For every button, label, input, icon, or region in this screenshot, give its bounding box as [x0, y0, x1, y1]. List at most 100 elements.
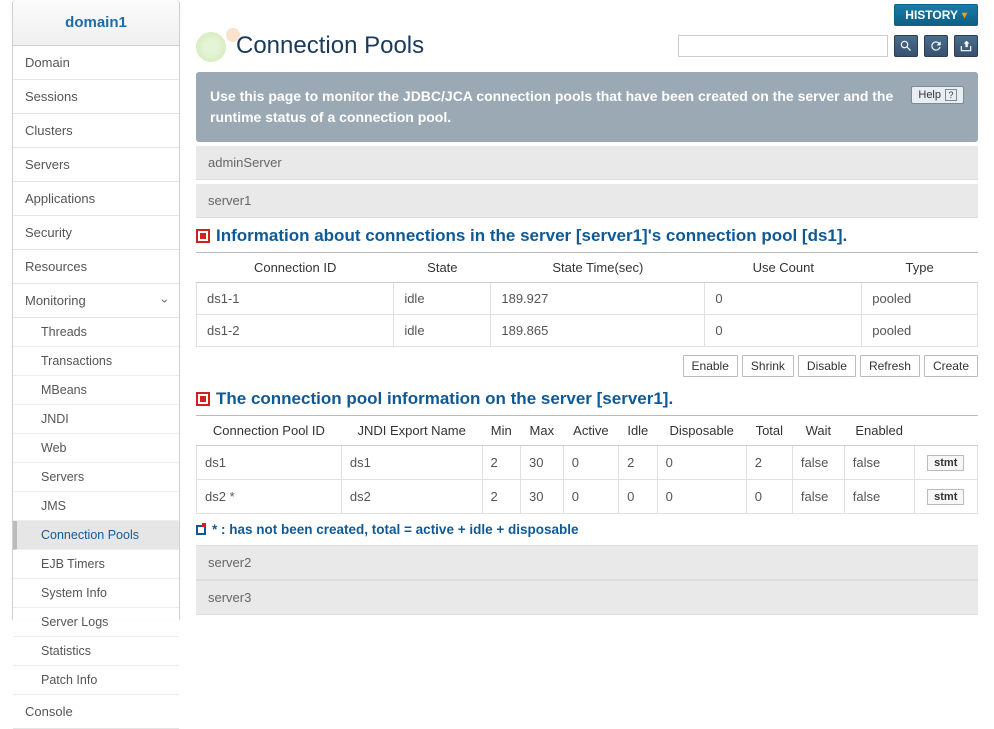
- sub-patch-info[interactable]: Patch Info: [13, 666, 179, 695]
- history-label: HISTORY: [905, 8, 958, 22]
- cell: false: [792, 446, 844, 480]
- export-icon[interactable]: [954, 35, 978, 57]
- title-decoration: [196, 28, 246, 64]
- sub-server-logs[interactable]: Server Logs: [13, 608, 179, 637]
- cell: 30: [520, 446, 563, 480]
- disable-button[interactable]: Disable: [798, 355, 856, 377]
- cell: 0: [746, 480, 792, 514]
- sub-transactions[interactable]: Transactions: [13, 347, 179, 376]
- server-row[interactable]: server2: [196, 545, 978, 580]
- table-row[interactable]: ds2 * ds2 2 30 0 0 0 0 false false stmt: [197, 480, 978, 514]
- main-content: HISTORY ▾ Connection Pools Use this page…: [180, 0, 994, 620]
- col-idle: Idle: [619, 416, 658, 446]
- help-icon: ?: [945, 89, 957, 101]
- section-icon: [196, 229, 210, 243]
- cell: pooled: [862, 283, 978, 315]
- info-banner: Use this page to monitor the JDBC/JCA co…: [196, 72, 978, 142]
- sub-jndi[interactable]: JNDI: [13, 405, 179, 434]
- history-button[interactable]: HISTORY ▾: [894, 4, 978, 26]
- server-row[interactable]: server3: [196, 580, 978, 615]
- topbar: HISTORY ▾: [196, 0, 978, 28]
- menu-security[interactable]: Security: [13, 216, 179, 250]
- cell: pooled: [862, 315, 978, 347]
- domain-title[interactable]: domain1: [13, 0, 179, 46]
- cell: 2: [746, 446, 792, 480]
- col-enabled: Enabled: [844, 416, 914, 446]
- col-active: Active: [563, 416, 618, 446]
- cell: false: [792, 480, 844, 514]
- cell: 2: [482, 446, 520, 480]
- col-use-count: Use Count: [705, 253, 862, 283]
- col-wait: Wait: [792, 416, 844, 446]
- shrink-button[interactable]: Shrink: [742, 355, 794, 377]
- search-input[interactable]: [678, 35, 888, 57]
- search-icon[interactable]: [894, 35, 918, 57]
- refresh-button[interactable]: Refresh: [860, 355, 920, 377]
- chevron-down-icon: ›: [158, 299, 172, 303]
- cell: false: [844, 446, 914, 480]
- menu-clusters[interactable]: Clusters: [13, 114, 179, 148]
- sub-threads[interactable]: Threads: [13, 318, 179, 347]
- cell: 0: [705, 315, 862, 347]
- pool-table: Connection Pool ID JNDI Export Name Min …: [196, 416, 978, 514]
- menu-resources[interactable]: Resources: [13, 250, 179, 284]
- menu-domain[interactable]: Domain: [13, 46, 179, 80]
- sub-statistics[interactable]: Statistics: [13, 637, 179, 666]
- server-row-admin[interactable]: adminServer: [196, 146, 978, 180]
- table-row[interactable]: ds1 ds1 2 30 0 2 0 2 false false stmt: [197, 446, 978, 480]
- cell: 30: [520, 480, 563, 514]
- footnote-text: * : has not been created, total = active…: [212, 522, 579, 537]
- cell: 2: [482, 480, 520, 514]
- section2-title: The connection pool information on the s…: [216, 389, 673, 409]
- refresh-icon[interactable]: [924, 35, 948, 57]
- col-state: State: [394, 253, 491, 283]
- stmt-button[interactable]: stmt: [927, 489, 964, 505]
- sub-system-info[interactable]: System Info: [13, 579, 179, 608]
- col-stmt: [914, 416, 977, 446]
- servers-list: server2 server3: [196, 545, 978, 615]
- cell: 0: [563, 446, 618, 480]
- table-row[interactable]: ds1-2 idle 189.865 0 pooled: [197, 315, 978, 347]
- sub-ejb-timers[interactable]: EJB Timers: [13, 550, 179, 579]
- cell: 2: [619, 446, 658, 480]
- search-tools: [678, 35, 978, 57]
- sub-servers[interactable]: Servers: [13, 463, 179, 492]
- sub-jms[interactable]: JMS: [13, 492, 179, 521]
- sub-connection-pools[interactable]: Connection Pools: [13, 521, 179, 550]
- stmt-button[interactable]: stmt: [927, 455, 964, 471]
- enable-button[interactable]: Enable: [683, 355, 738, 377]
- cell: 189.865: [491, 315, 705, 347]
- cell: ds1: [341, 446, 482, 480]
- menu-sessions[interactable]: Sessions: [13, 80, 179, 114]
- connections-table: Connection ID State State Time(sec) Use …: [196, 253, 978, 347]
- sub-web[interactable]: Web: [13, 434, 179, 463]
- cell: 0: [705, 283, 862, 315]
- cell: idle: [394, 315, 491, 347]
- help-label: Help: [918, 89, 941, 101]
- section1-title: Information about connections in the ser…: [216, 226, 847, 246]
- section2-title-row: The connection pool information on the s…: [196, 381, 978, 416]
- sub-mbeans[interactable]: MBeans: [13, 376, 179, 405]
- menu-applications[interactable]: Applications: [13, 182, 179, 216]
- footnote-icon: [196, 525, 206, 535]
- actions-row: Enable Shrink Disable Refresh Create: [196, 347, 978, 381]
- col-disposable: Disposable: [657, 416, 746, 446]
- menu-console[interactable]: Console: [13, 695, 179, 729]
- help-button[interactable]: Help ?: [911, 86, 964, 104]
- col-max: Max: [520, 416, 563, 446]
- col-jndi: JNDI Export Name: [341, 416, 482, 446]
- cell: ds1: [197, 446, 342, 480]
- menu-servers[interactable]: Servers: [13, 148, 179, 182]
- section1-title-row: Information about connections in the ser…: [196, 218, 978, 253]
- cell: 0: [657, 480, 746, 514]
- create-button[interactable]: Create: [924, 355, 978, 377]
- col-type: Type: [862, 253, 978, 283]
- cell: 0: [657, 446, 746, 480]
- cell: ds2 *: [197, 480, 342, 514]
- cell: 0: [563, 480, 618, 514]
- cell: 0: [619, 480, 658, 514]
- chevron-down-icon: ▾: [962, 10, 967, 21]
- server-row-current[interactable]: server1: [196, 184, 978, 218]
- table-row[interactable]: ds1-1 idle 189.927 0 pooled: [197, 283, 978, 315]
- menu-monitoring[interactable]: Monitoring ›: [13, 284, 179, 318]
